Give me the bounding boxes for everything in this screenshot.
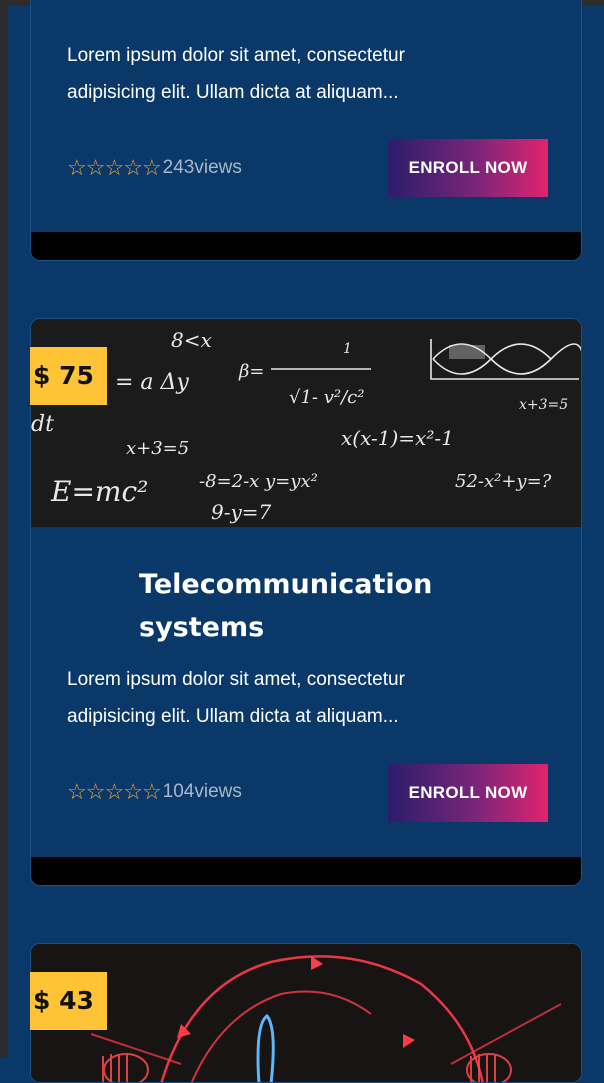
svg-text:β=: β= (238, 361, 265, 382)
enroll-now-button[interactable]: ENROLL NOW (388, 139, 548, 197)
view-count: 104views (162, 781, 242, 802)
star-outline-icon[interactable]: ☆ (142, 157, 162, 179)
svg-text:1: 1 (343, 341, 352, 357)
course-image[interactable] (31, 944, 581, 1082)
course-card-1: engineering Lorem ipsum dolor sit amet, … (30, 0, 582, 261)
card-footer (31, 857, 581, 885)
star-outline-icon[interactable]: ☆ (86, 157, 106, 179)
course-rating: ☆ ☆ ☆ ☆ ☆ 243views (67, 157, 242, 179)
left-edge (0, 0, 8, 1058)
enroll-now-button[interactable]: ENROLL NOW (388, 764, 548, 822)
course-description: Lorem ipsum dolor sit amet, consectetur … (67, 669, 405, 727)
svg-text:8<x: 8<x (171, 328, 212, 352)
svg-text:-8=2-x y=yx²: -8=2-x y=yx² (199, 471, 318, 492)
svg-text:x+3=5: x+3=5 (126, 438, 189, 459)
course-card-3 (30, 943, 582, 1083)
svg-text:dt: dt (31, 412, 54, 437)
price-badge: $ 75 (30, 347, 107, 405)
course-title: Telecommunication systems (139, 569, 433, 643)
price-badge: $ 43 (30, 972, 107, 1030)
star-outline-icon[interactable]: ☆ (67, 157, 87, 179)
svg-text:9-y=7: 9-y=7 (211, 500, 272, 524)
math-chalkboard-image: 8<x = a Δy β= 1 √1- v²/c² dt x+3=5 x(x-1… (31, 319, 581, 527)
svg-text:E=mc²: E=mc² (50, 475, 148, 508)
star-outline-icon[interactable]: ☆ (104, 157, 124, 179)
svg-text:= a Δy: = a Δy (115, 370, 189, 395)
svg-text:x(x-1)=x²-1: x(x-1)=x²-1 (341, 426, 454, 450)
star-outline-icon[interactable]: ☆ (142, 781, 162, 803)
course-rating: ☆ ☆ ☆ ☆ ☆ 104views (67, 781, 242, 803)
view-count: 243views (162, 157, 242, 178)
course-description: Lorem ipsum dolor sit amet, consectetur … (67, 45, 405, 103)
svg-text:x+3=5: x+3=5 (519, 397, 568, 413)
star-outline-icon[interactable]: ☆ (104, 781, 124, 803)
neon-lightbulb-image (31, 944, 581, 1082)
svg-text:52-x²+y=?: 52-x²+y=? (455, 471, 552, 492)
star-outline-icon[interactable]: ☆ (67, 781, 87, 803)
svg-text:√1- v²/c²: √1- v²/c² (289, 387, 364, 408)
card-footer (31, 232, 581, 260)
course-card-2: 8<x = a Δy β= 1 √1- v²/c² dt x+3=5 x(x-1… (30, 318, 582, 886)
star-outline-icon[interactable]: ☆ (123, 157, 143, 179)
star-outline-icon[interactable]: ☆ (123, 781, 143, 803)
star-outline-icon[interactable]: ☆ (86, 781, 106, 803)
course-image[interactable]: 8<x = a Δy β= 1 √1- v²/c² dt x+3=5 x(x-1… (31, 319, 581, 527)
